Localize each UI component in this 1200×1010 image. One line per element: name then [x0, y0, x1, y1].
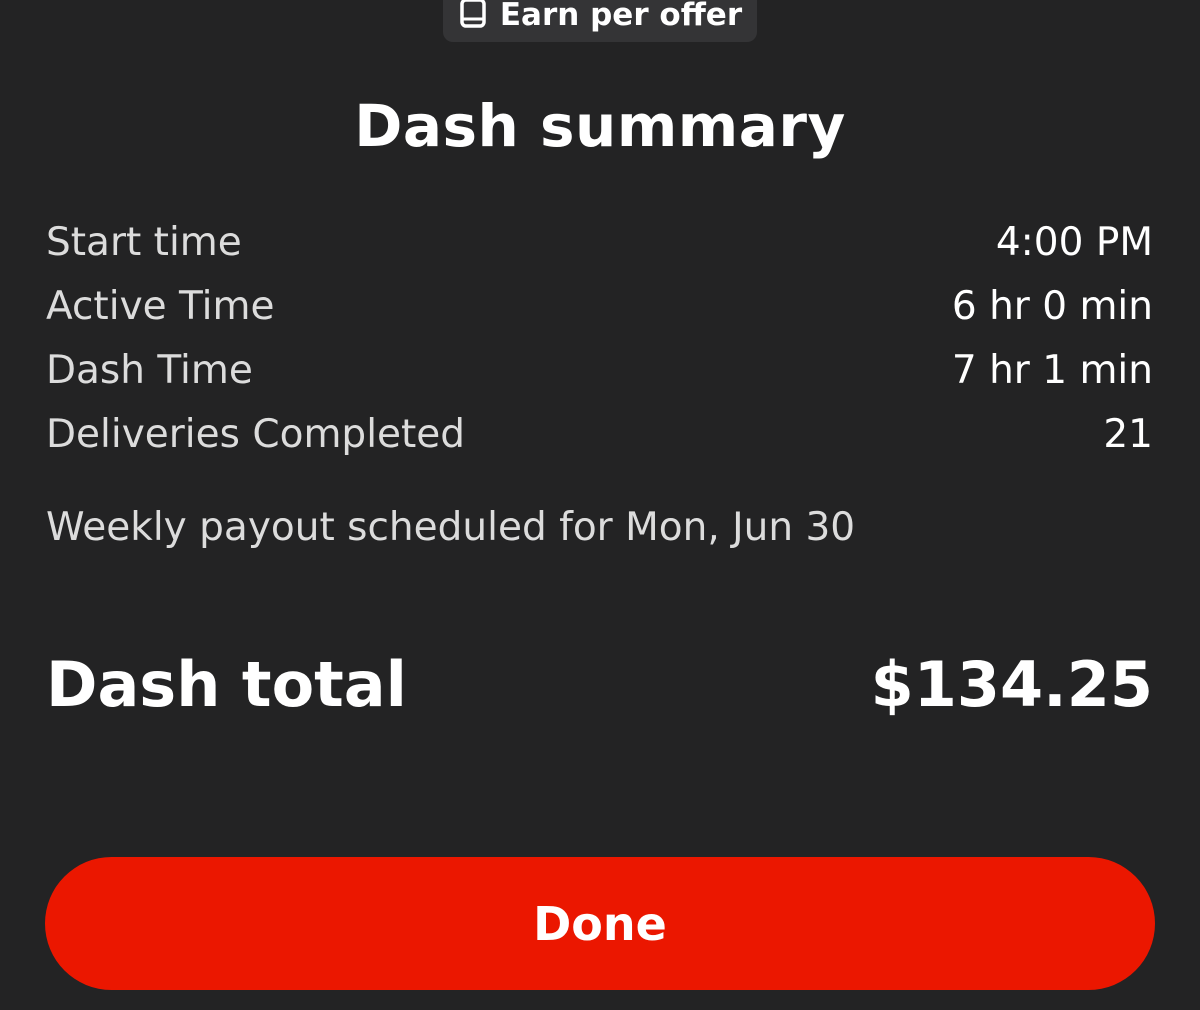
- stat-row-dash-time: Dash Time 7 hr 1 min: [46, 338, 1153, 402]
- dash-total-row: Dash total $134.25: [46, 648, 1153, 721]
- dash-total-value: $134.25: [870, 648, 1153, 721]
- earn-mode-label: Earn per offer: [499, 0, 743, 33]
- stat-row-start-time: Start time 4:00 PM: [46, 210, 1153, 274]
- stat-row-deliveries: Deliveries Completed 21: [46, 402, 1153, 466]
- stat-label: Deliveries Completed: [46, 411, 466, 457]
- stats-list: Start time 4:00 PM Active Time 6 hr 0 mi…: [46, 210, 1153, 466]
- stat-row-active-time: Active Time 6 hr 0 min: [46, 274, 1153, 338]
- payout-note: Weekly payout scheduled for Mon, Jun 30: [46, 505, 856, 550]
- stat-label: Start time: [46, 219, 242, 265]
- stat-value: 7 hr 1 min: [951, 347, 1153, 393]
- dash-total-label: Dash total: [46, 648, 407, 721]
- stat-value: 6 hr 0 min: [951, 283, 1153, 329]
- earn-mode-pill[interactable]: Earn per offer: [443, 0, 757, 42]
- stat-value: 21: [1103, 411, 1153, 457]
- page-title: Dash summary: [354, 92, 846, 160]
- stat-label: Dash Time: [46, 347, 253, 393]
- done-button[interactable]: Done: [45, 857, 1155, 990]
- stat-value: 4:00 PM: [995, 219, 1153, 265]
- phone-icon: [458, 0, 488, 28]
- stat-label: Active Time: [46, 283, 275, 329]
